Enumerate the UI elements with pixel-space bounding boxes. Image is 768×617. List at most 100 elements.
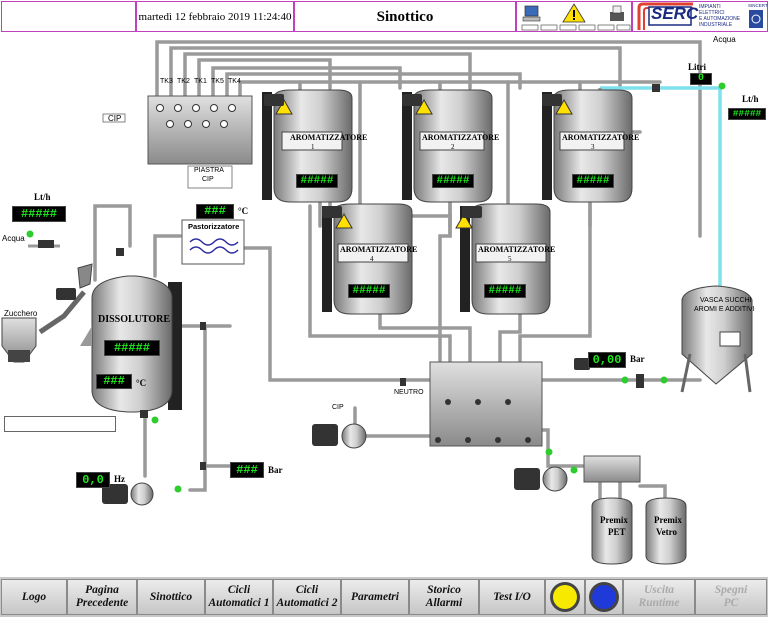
premix-pet-line1: Premix [600, 515, 628, 525]
printer-icon[interactable] [610, 5, 624, 21]
nav-label: Sinottico [149, 590, 193, 603]
manifold-pressure-display: 0,00 [588, 352, 626, 368]
vasca-name-2: AROMI E ADDITIVI [694, 306, 755, 313]
nav-label: Pagina [85, 584, 119, 596]
nav-test-io-button[interactable]: Test I/O [479, 579, 545, 615]
aromatizer-num: 5 [508, 255, 512, 263]
nav-pagina-precedente-button[interactable]: Pagina Precedente [67, 579, 137, 615]
pasteurizer-name: Pastorizzatore [188, 222, 240, 231]
sincert-label: SINCERT [748, 3, 768, 8]
status-panel [516, 1, 632, 32]
right-flow-display: ##### [728, 108, 766, 120]
aromatizer-name: AROMATIZZATORE [478, 245, 556, 254]
pump-cip[interactable] [312, 423, 367, 449]
pump-premix[interactable] [514, 466, 568, 492]
aromatizer-display: ##### [484, 284, 526, 298]
pasteurizer-temp-display: ### [196, 204, 234, 219]
nav-label: Cicli [227, 584, 251, 596]
cip-tank-label: TK3 [160, 78, 173, 85]
premix-vetro-line2: Vetro [656, 527, 677, 537]
aromatizer-display: ##### [348, 284, 390, 298]
cip-tank-label: TK4 [228, 78, 241, 85]
aromatizer-num: 4 [370, 255, 374, 263]
pump-frequency-unit: Hz [114, 474, 125, 484]
right-water-label: Acqua [713, 35, 736, 44]
nav-label: Precedente [75, 597, 129, 609]
right-flow-unit: Lt/h [742, 94, 759, 104]
pasteurizer-temp-unit: °C [238, 206, 249, 216]
nav-label: Automatici 2 [276, 597, 338, 609]
aromatizer-name: AROMATIZZATORE [422, 133, 500, 142]
cip-plate-cip-label: CIP [108, 114, 122, 123]
nav-label: Parametri [351, 590, 399, 603]
aromatizer-name: AROMATIZZATORE [290, 133, 368, 142]
neutro-label: NEUTRO [394, 389, 424, 396]
aromatizer-num: 2 [451, 143, 455, 151]
yellow-lamp-icon [550, 582, 580, 612]
nav-label: PC [723, 597, 739, 609]
sugar-label: Zucchero [4, 309, 38, 318]
dissolver-name: DISSOLUTORE [98, 314, 171, 325]
blue-lamp-icon [589, 582, 619, 612]
serc-logo: SERC IMPIANTI ELETTRICI E AUTOMAZIONE IN… [632, 1, 768, 32]
premix-pet-line2: PET [608, 527, 626, 537]
dissolver-temp-display: ### [96, 374, 132, 389]
warning-icon[interactable] [562, 3, 586, 23]
pump-pressure-unit: Bar [268, 465, 283, 475]
nav-label: Automatici 1 [208, 597, 270, 609]
nav-label: Spegni [714, 584, 748, 596]
cip-plate-name-2: CIP [202, 176, 214, 183]
dissolver-level-display: ##### [104, 340, 160, 356]
aromatizer-name: AROMATIZZATORE [562, 133, 640, 142]
premix-vetro-line1: Premix [654, 515, 682, 525]
yellow-lamp-button[interactable] [545, 579, 585, 615]
logo-text: SERC [651, 4, 699, 23]
computer-icon[interactable] [522, 5, 541, 22]
aromatizer-num: 3 [591, 143, 595, 151]
aromatizer-display: ##### [572, 174, 614, 188]
blue-lamp-button[interactable] [585, 579, 623, 615]
nav-sinottico-button[interactable]: Sinottico [137, 579, 205, 615]
datetime: martedì 12 febbraio 2019 11:24:40 [136, 1, 294, 32]
manifold-cip-label: CIP [332, 404, 344, 411]
aromatizer-num: 1 [311, 143, 315, 151]
vasca-name-1: VASCA SUCCHI [700, 297, 752, 304]
pump-pressure-display: ### [230, 462, 264, 478]
nav-logo-label: Logo [21, 590, 47, 603]
aromatizer-name: AROMATIZZATORE [340, 245, 418, 254]
nav-label: Storico [427, 584, 461, 596]
nav-label: Runtime [638, 597, 680, 609]
nav-cicli-automatici-2-button[interactable]: Cicli Automatici 2 [273, 579, 341, 615]
message-box [4, 416, 116, 432]
left-flow-display: ##### [12, 206, 66, 222]
header-blank-box [1, 1, 136, 32]
aromatizer-display: ##### [296, 174, 338, 188]
cip-plate-name-1: PIASTRA [194, 167, 224, 174]
nav-cicli-automatici-1-button[interactable]: Cicli Automatici 1 [205, 579, 273, 615]
nav-logo-button[interactable]: Logo [1, 579, 67, 615]
aromatizer-display: ##### [432, 174, 474, 188]
sincert-icon [749, 10, 763, 28]
dissolver-temp-unit: °C [136, 378, 147, 388]
left-flow-unit: Lt/h [34, 192, 51, 202]
litri-display: 0 [690, 73, 712, 85]
manifold-block [429, 361, 543, 447]
nav-parametri-button[interactable]: Parametri [341, 579, 409, 615]
logo-sub-4: INDUSTRIALE [699, 22, 733, 28]
nav-label: Uscita [643, 584, 675, 596]
page-title: Sinottico [294, 1, 516, 32]
nav-uscita-runtime-button[interactable]: Uscita Runtime [623, 579, 695, 615]
nav-label: Cicli [295, 584, 319, 596]
nav-label: Allarmi [425, 597, 463, 609]
left-water-label: Acqua [2, 234, 25, 243]
nav-storico-allarmi-button[interactable]: Storico Allarmi [409, 579, 479, 615]
cip-plate [147, 95, 253, 165]
cip-tank-label: TK1 [194, 78, 207, 85]
pump-frequency-display: 0,0 [76, 472, 110, 488]
litri-label: Litri [688, 62, 706, 72]
nav-label: Test I/O [493, 590, 531, 603]
nav-spegni-pc-button[interactable]: Spegni PC [695, 579, 767, 615]
cip-tank-label: TK2 [177, 78, 190, 85]
manifold-pressure-unit: Bar [630, 354, 645, 364]
header-bar: martedì 12 febbraio 2019 11:24:40 Sinott… [0, 0, 768, 34]
